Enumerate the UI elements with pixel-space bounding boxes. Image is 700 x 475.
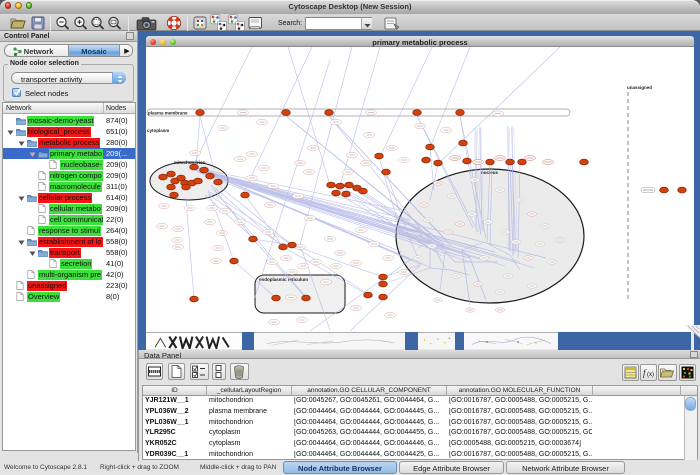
svg-text:endoplasmic reticulum: endoplasmic reticulum [259,277,308,282]
svg-text:(x): (x) [647,372,654,378]
svg-text:mitochondrion: mitochondrion [174,160,206,165]
svg-text:cytoplasm: cytoplasm [147,128,169,133]
svg-text:unassigned: unassigned [627,85,652,90]
svg-text:plasma membrane: plasma membrane [148,111,188,116]
